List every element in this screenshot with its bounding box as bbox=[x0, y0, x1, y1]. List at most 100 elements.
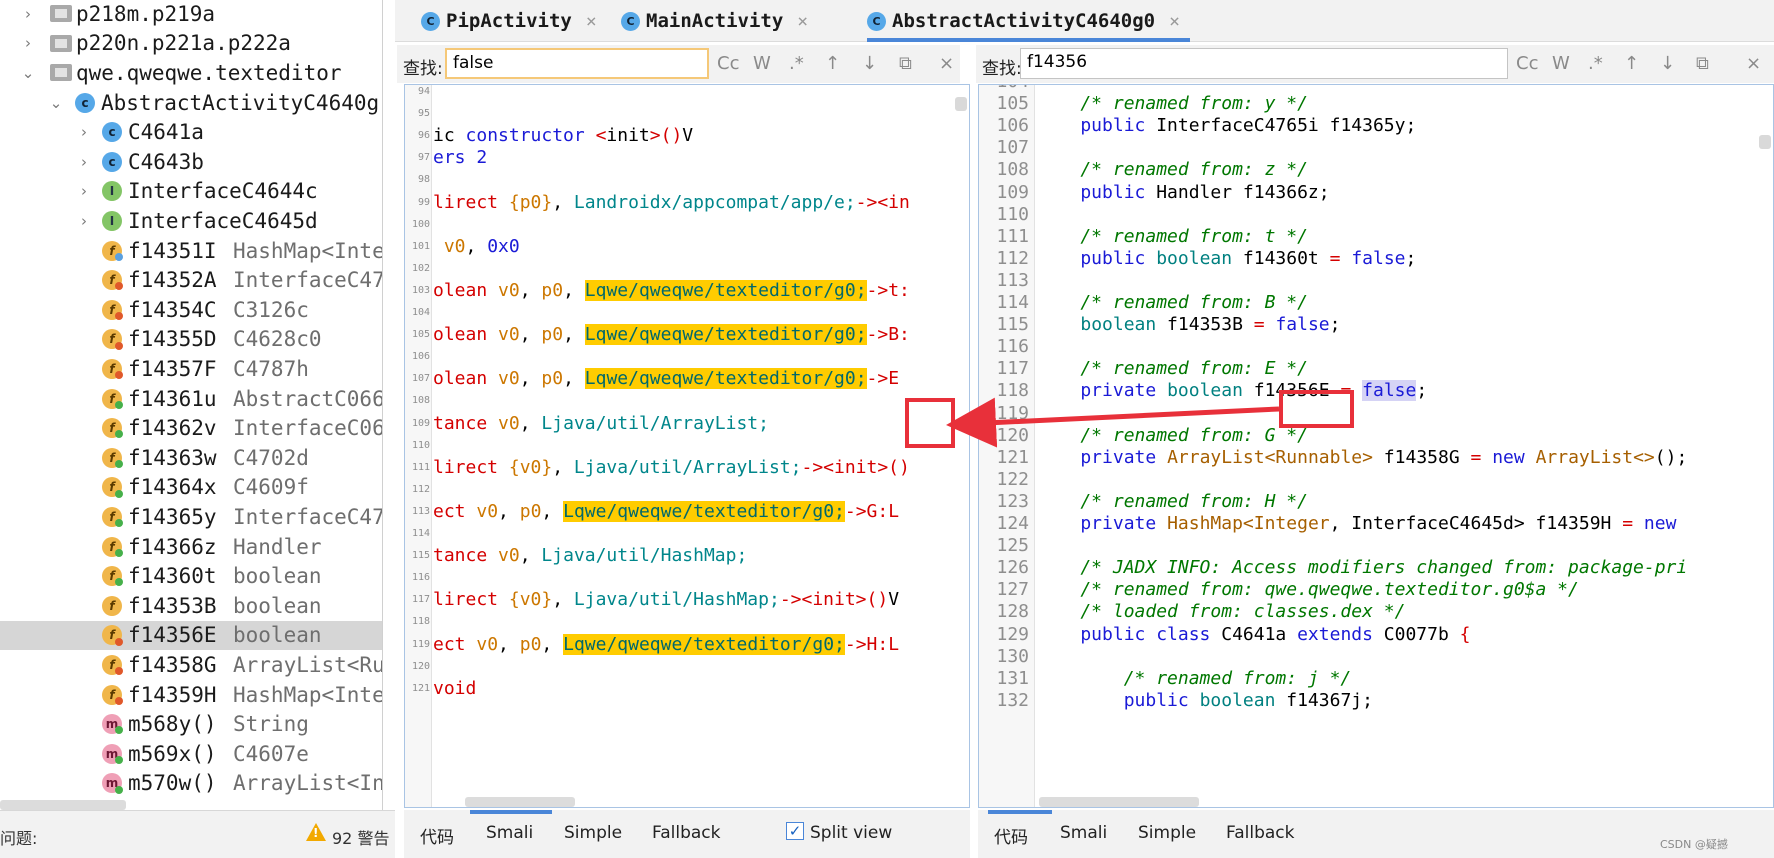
tree-item[interactable]: › c C4641a bbox=[0, 117, 382, 147]
vertical-scrollbar[interactable] bbox=[1759, 135, 1771, 149]
tab-simple[interactable]: Simple bbox=[1138, 823, 1196, 843]
regex-button[interactable]: .* bbox=[1588, 53, 1603, 74]
line-number: 114 bbox=[996, 292, 1029, 313]
tree-item[interactable]: f f14359H HashMap<Inte bbox=[0, 680, 382, 710]
tree-item[interactable]: f f14353B boolean bbox=[0, 591, 382, 621]
vertical-scrollbar[interactable] bbox=[955, 97, 967, 111]
access-modifier-icon bbox=[115, 282, 123, 291]
tab-simple[interactable]: Simple bbox=[564, 823, 622, 843]
tree-item[interactable]: f f14352A InterfaceC47 bbox=[0, 265, 382, 295]
chevron-right-icon[interactable]: › bbox=[20, 34, 36, 52]
access-modifier-icon bbox=[115, 785, 123, 794]
search-input-left[interactable]: false bbox=[445, 48, 709, 79]
chevron-right-icon[interactable]: › bbox=[76, 123, 92, 141]
line-number: 105 bbox=[411, 329, 430, 341]
chevron-right-icon[interactable]: › bbox=[76, 182, 92, 200]
tree-item[interactable]: f f14362v InterfaceC06 bbox=[0, 413, 383, 443]
tree-item[interactable]: f f14364x C4609f bbox=[0, 473, 382, 503]
horizontal-scrollbar[interactable] bbox=[465, 797, 575, 807]
tab-abstractactivityc4640g0[interactable]: C AbstractActivityC4640g0 × bbox=[867, 0, 1190, 42]
tree-item[interactable]: ⌄ c AbstractActivityC4640g bbox=[0, 88, 382, 118]
tab-fallback[interactable]: Fallback bbox=[652, 823, 720, 843]
match-case-button[interactable]: Cc bbox=[1516, 53, 1538, 74]
horizontal-scrollbar[interactable] bbox=[0, 800, 126, 810]
java-code-pane[interactable]: 104105 /* renamed from: y */ 106 public I… bbox=[978, 84, 1774, 808]
close-icon[interactable]: × bbox=[1169, 11, 1180, 32]
warnings-count[interactable]: 92 警告 bbox=[332, 825, 389, 849]
chevron-right-icon[interactable]: › bbox=[76, 212, 92, 230]
match-case-button[interactable]: Cc bbox=[717, 53, 739, 74]
tree-item[interactable]: f f14351I HashMap<Inte bbox=[0, 236, 382, 266]
tree-item[interactable]: ⌄ qwe.qweqwe.texteditor bbox=[0, 58, 382, 88]
tab-mainactivity[interactable]: C MainActivity × bbox=[621, 0, 808, 42]
access-modifier-icon bbox=[115, 489, 123, 498]
regex-button[interactable]: .* bbox=[789, 53, 804, 74]
previous-match-button[interactable]: ↑ bbox=[825, 53, 840, 74]
next-match-button[interactable]: ↓ bbox=[862, 53, 877, 74]
code-text: tance v0, Ljava/util/ArrayList; bbox=[433, 412, 769, 434]
tree-item-type: ArrayList<Ru bbox=[233, 652, 383, 677]
tab-fallback[interactable]: Fallback bbox=[1226, 823, 1294, 843]
chevron-down-icon[interactable]: ⌄ bbox=[48, 94, 64, 112]
tree-item-type: C4607e bbox=[233, 741, 309, 766]
tree-item[interactable]: › c C4643b bbox=[0, 147, 382, 177]
split-view-checkbox[interactable]: ✓ bbox=[786, 822, 804, 840]
access-modifier-icon bbox=[115, 252, 123, 261]
chevron-right-icon[interactable]: › bbox=[20, 5, 36, 23]
close-search-button[interactable]: × bbox=[939, 53, 954, 74]
next-match-button[interactable]: ↓ bbox=[1660, 53, 1675, 74]
tree-item[interactable]: f f14365y InterfaceC47 bbox=[0, 502, 382, 532]
project-tree[interactable]: › p218m.p219a › p220n.p221a.p222a ⌄ qwe.qweqw… bbox=[0, 0, 383, 810]
find-options-icon[interactable]: ⧉ bbox=[1696, 53, 1709, 74]
issues-label[interactable]: 问题: bbox=[0, 825, 37, 849]
close-icon[interactable]: × bbox=[797, 11, 808, 32]
line-number: 103 bbox=[411, 284, 430, 296]
tab-pipactivity[interactable]: C PipActivity × bbox=[421, 0, 597, 42]
class-icon: c bbox=[102, 122, 122, 143]
tree-item[interactable]: f f14361u AbstractC066 bbox=[0, 384, 382, 414]
code-text: /* renamed from: qwe.qweqwe.texteditor.g… bbox=[1037, 579, 1579, 601]
tree-item-name: f14360t bbox=[128, 564, 217, 589]
tree-item[interactable]: › I InterfaceC4644c bbox=[0, 177, 382, 207]
access-modifier-icon bbox=[115, 637, 123, 646]
find-options-icon[interactable]: ⧉ bbox=[899, 53, 912, 74]
chevron-right-icon[interactable]: › bbox=[76, 153, 92, 171]
tree-item[interactable]: f f14363w C4702d bbox=[0, 443, 382, 473]
tree-item[interactable]: f f14355D C4628c0 bbox=[0, 325, 382, 355]
tree-item[interactable]: f f14354C C3126c bbox=[0, 295, 382, 325]
horizontal-scrollbar[interactable] bbox=[1039, 797, 1199, 807]
tree-item[interactable]: m m570w() ArrayList<In bbox=[0, 769, 382, 799]
line-number: 96 bbox=[417, 130, 430, 142]
tree-item[interactable]: m m568y() String bbox=[0, 709, 382, 739]
whole-word-button[interactable]: W bbox=[1552, 53, 1570, 74]
tree-item-type: InterfaceC06 bbox=[233, 416, 383, 441]
tree-item[interactable]: f f14366z Handler bbox=[0, 532, 382, 562]
code-text: /* renamed from: G */ bbox=[1037, 424, 1308, 446]
tree-item[interactable]: f f14356E boolean bbox=[0, 620, 382, 651]
tree-item[interactable]: m m569x() C4607e bbox=[0, 739, 382, 769]
tab-smali[interactable]: Smali bbox=[486, 823, 533, 843]
line-number: 117 bbox=[996, 358, 1029, 380]
tree-item[interactable]: › p220n.p221a.p222a bbox=[0, 29, 382, 59]
smali-code-pane[interactable]: 94 95 96 ic constructor <init>()V 97 ers 2 98 9… bbox=[404, 84, 970, 808]
close-icon[interactable]: × bbox=[586, 11, 597, 32]
access-modifier-icon bbox=[115, 400, 123, 409]
tab-smali[interactable]: Smali bbox=[1060, 823, 1107, 843]
chevron-down-icon[interactable]: ⌄ bbox=[20, 64, 36, 82]
warning-icon[interactable] bbox=[306, 823, 326, 841]
tree-item[interactable]: f f14357F C4787h bbox=[0, 354, 382, 384]
tree-item-name: p218m.p219a bbox=[76, 1, 216, 26]
whole-word-button[interactable]: W bbox=[753, 53, 771, 74]
tab-code[interactable]: 代码 bbox=[994, 823, 1028, 848]
tree-item[interactable]: › I InterfaceC4645d bbox=[0, 206, 382, 236]
previous-match-button[interactable]: ↑ bbox=[1624, 53, 1639, 74]
close-search-button[interactable]: × bbox=[1746, 53, 1761, 74]
tree-item-name: f14357F bbox=[128, 356, 217, 381]
search-input-right[interactable]: f14356 bbox=[1020, 48, 1508, 79]
code-text: tance v0, Ljava/util/HashMap; bbox=[433, 545, 748, 567]
split-view-label[interactable]: Split view bbox=[810, 823, 892, 843]
tab-code[interactable]: 代码 bbox=[420, 823, 454, 848]
tree-item[interactable]: › p218m.p219a bbox=[0, 0, 382, 29]
tree-item[interactable]: f f14360t boolean bbox=[0, 561, 382, 591]
tree-item[interactable]: f f14358G ArrayList<Ru bbox=[0, 650, 383, 680]
